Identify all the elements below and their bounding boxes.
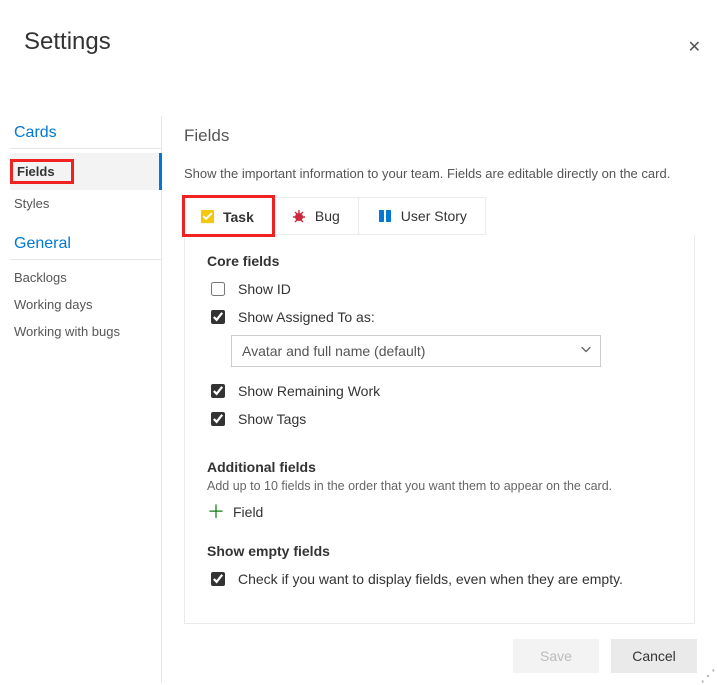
empty-check-row[interactable]: Check if you want to display fields, eve… <box>207 569 672 589</box>
show-id-label: Show ID <box>238 281 291 297</box>
show-remaining-label: Show Remaining Work <box>238 383 380 399</box>
additional-fields-title: Additional fields <box>207 459 672 475</box>
assigned-select-value: Avatar and full name (default) <box>242 343 425 359</box>
tab-label: Bug <box>315 208 340 224</box>
sidebar-item-label: Working with bugs <box>14 324 120 339</box>
cancel-button[interactable]: Cancel <box>611 639 697 673</box>
highlight-box: Fields <box>10 159 74 184</box>
divider <box>10 148 161 149</box>
show-assigned-label: Show Assigned To as: <box>238 309 375 325</box>
empty-checkbox[interactable] <box>211 572 225 586</box>
show-tags-label: Show Tags <box>238 411 306 427</box>
show-assigned-checkbox[interactable] <box>211 310 225 324</box>
show-id-row[interactable]: Show ID <box>207 279 672 299</box>
show-remaining-checkbox[interactable] <box>211 384 225 398</box>
sidebar-item-label: Styles <box>14 196 49 211</box>
add-field-button[interactable]: ＋ Field <box>207 503 672 521</box>
divider <box>10 259 161 260</box>
tab-label: Task <box>223 209 254 225</box>
sidebar-item-backlogs[interactable]: Backlogs <box>10 264 161 291</box>
empty-check-label: Check if you want to display fields, eve… <box>238 571 623 587</box>
tab-label: User Story <box>401 208 467 224</box>
sidebar-section-general: General <box>14 235 161 253</box>
sidebar-item-label: Working days <box>14 297 93 312</box>
add-field-label: Field <box>233 504 263 520</box>
empty-fields-title: Show empty fields <box>207 543 672 559</box>
tab-bug[interactable]: Bug <box>272 197 359 235</box>
show-remaining-row[interactable]: Show Remaining Work <box>207 381 672 401</box>
core-fields-title: Core fields <box>207 253 672 269</box>
additional-fields-subtitle: Add up to 10 fields in the order that yo… <box>207 479 672 493</box>
sidebar-item-fields[interactable]: Fields <box>10 153 162 190</box>
assigned-select-wrap: Avatar and full name (default) <box>231 335 672 367</box>
sidebar-item-label: Backlogs <box>14 270 67 285</box>
page-title: Settings <box>24 28 717 56</box>
story-icon <box>377 208 393 224</box>
sidebar-section-cards: Cards <box>14 124 161 142</box>
tab-user-story[interactable]: User Story <box>358 197 486 235</box>
sidebar: Cards Fields Styles General Backlogs Wor… <box>0 116 162 683</box>
sidebar-item-styles[interactable]: Styles <box>10 190 161 217</box>
show-assigned-row[interactable]: Show Assigned To as: <box>207 307 672 327</box>
body: Cards Fields Styles General Backlogs Wor… <box>0 116 717 683</box>
tab-task[interactable]: Task <box>184 197 273 235</box>
cancel-label: Cancel <box>632 648 676 664</box>
tabs: Task Bug User Story <box>184 197 695 235</box>
main-heading: Fields <box>184 126 695 146</box>
panel-task: Core fields Show ID Show Assigned To as:… <box>184 235 695 624</box>
sidebar-item-working-days[interactable]: Working days <box>10 291 161 318</box>
task-icon <box>199 209 215 225</box>
assigned-select[interactable]: Avatar and full name (default) <box>231 335 601 367</box>
sidebar-item-working-bugs[interactable]: Working with bugs <box>10 318 161 345</box>
main-description: Show the important information to your t… <box>184 166 695 181</box>
bug-icon <box>291 208 307 224</box>
plus-icon: ＋ <box>207 503 225 521</box>
sidebar-item-label: Fields <box>17 164 55 179</box>
save-button[interactable]: Save <box>513 639 599 673</box>
chevron-down-icon <box>580 344 592 359</box>
show-tags-row[interactable]: Show Tags <box>207 409 672 429</box>
close-icon[interactable]: ✕ <box>688 40 701 56</box>
main-panel: Fields Show the important information to… <box>162 116 717 683</box>
show-id-checkbox[interactable] <box>211 282 225 296</box>
footer: Save Cancel <box>513 639 697 673</box>
save-label: Save <box>540 648 572 664</box>
show-tags-checkbox[interactable] <box>211 412 225 426</box>
